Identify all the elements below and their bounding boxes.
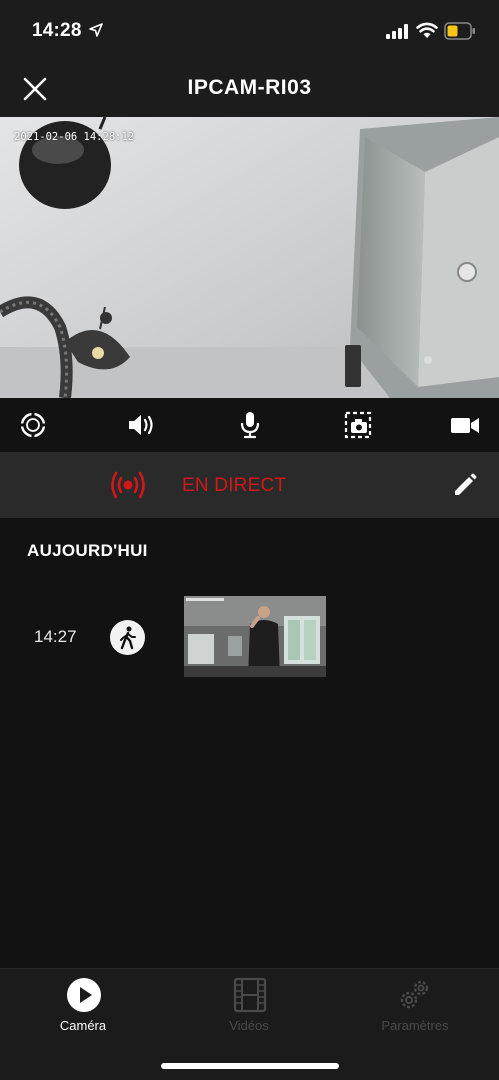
tab-settings[interactable]: Paramètres <box>332 969 498 1049</box>
live-status-bar: EN DIRECT <box>0 452 499 518</box>
play-circle-icon <box>67 978 101 1012</box>
speaker-volume-icon[interactable] <box>126 410 156 440</box>
camera-live-view[interactable]: 2021-02-06 14:28:12 <box>0 117 499 398</box>
ptz-control-icon[interactable] <box>18 410 48 440</box>
camera-timestamp: 2021-02-06 14:28:12 <box>14 131 135 143</box>
pencil-icon[interactable] <box>452 472 478 498</box>
location-arrow-icon <box>89 23 103 37</box>
event-list-item[interactable]: 14:27 <box>0 596 499 678</box>
battery-icon <box>444 22 475 40</box>
event-time: 14:27 <box>34 627 77 646</box>
nav-bar: IPCAM-RI03 <box>0 62 499 117</box>
tab-videos-label: Vidéos <box>229 1018 269 1033</box>
tab-camera[interactable]: Caméra <box>0 969 166 1049</box>
home-indicator[interactable] <box>161 1063 339 1069</box>
microphone-icon[interactable] <box>235 410 265 440</box>
status-time: 14:28 <box>32 20 82 41</box>
film-strip-icon <box>233 977 267 1013</box>
cellular-signal-icon <box>386 24 408 39</box>
record-video-icon[interactable] <box>450 410 480 440</box>
page-title: IPCAM-RI03 <box>187 76 312 99</box>
event-thumbnail[interactable] <box>184 596 326 677</box>
live-label: EN DIRECT <box>182 475 287 496</box>
snapshot-icon[interactable] <box>343 410 373 440</box>
tab-videos[interactable]: Vidéos <box>166 969 332 1049</box>
events-section-title: AUJOURD'HUI <box>27 541 148 560</box>
status-bar: 14:28 <box>0 0 499 62</box>
motion-walking-icon <box>110 620 145 655</box>
wifi-icon <box>416 22 438 38</box>
camera-feed-image <box>0 117 499 398</box>
gears-icon <box>400 980 429 1009</box>
tab-camera-label: Caméra <box>59 1018 107 1033</box>
tab-settings-label: Paramètres <box>381 1018 449 1033</box>
camera-control-bar <box>0 398 499 452</box>
live-broadcast-icon <box>111 471 145 499</box>
